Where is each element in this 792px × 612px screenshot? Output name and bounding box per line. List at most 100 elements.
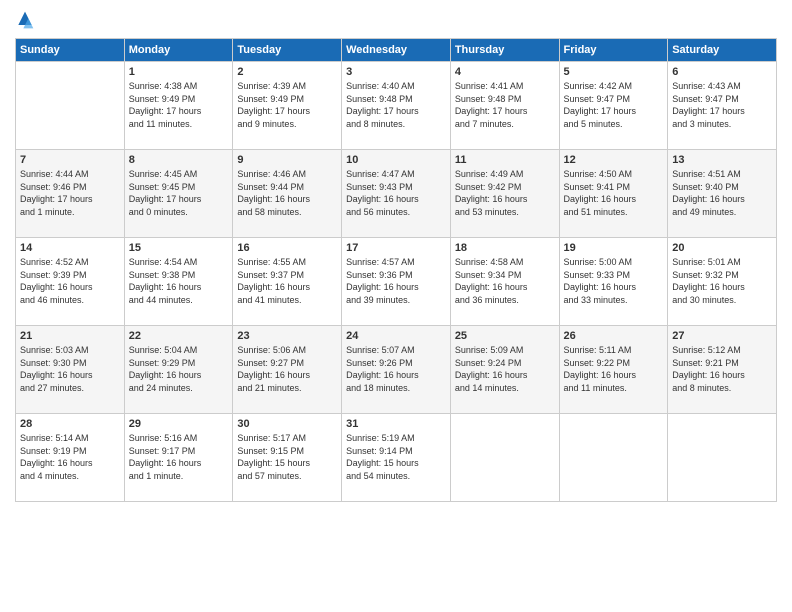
week-row-5: 28 Sunrise: 5:14 AM Sunset: 9:19 PM Dayli… <box>16 414 777 502</box>
day-info: Sunrise: 5:07 AM Sunset: 9:26 PM Dayligh… <box>346 344 446 394</box>
day-number: 24 <box>346 330 446 342</box>
day-number: 2 <box>237 66 337 78</box>
day-info: Sunrise: 4:44 AM Sunset: 9:46 PM Dayligh… <box>20 168 120 218</box>
day-cell: 8 Sunrise: 4:45 AM Sunset: 9:45 PM Daylig… <box>124 150 233 238</box>
day-cell: 23 Sunrise: 5:06 AM Sunset: 9:27 PM Dayli… <box>233 326 342 414</box>
day-info: Sunrise: 4:49 AM Sunset: 9:42 PM Dayligh… <box>455 168 555 218</box>
day-number: 28 <box>20 418 120 430</box>
day-cell: 17 Sunrise: 4:57 AM Sunset: 9:36 PM Dayli… <box>342 238 451 326</box>
header-row: SundayMondayTuesdayWednesdayThursdayFrid… <box>16 39 777 62</box>
day-number: 10 <box>346 154 446 166</box>
day-cell <box>16 62 125 150</box>
day-cell: 3Sunrise: 4:40 AM Sunset: 9:48 PM Daylig… <box>342 62 451 150</box>
day-info: Sunrise: 5:16 AM Sunset: 9:17 PM Dayligh… <box>129 432 229 482</box>
day-number: 21 <box>20 330 120 342</box>
day-number: 12 <box>564 154 664 166</box>
day-number: 16 <box>237 242 337 254</box>
day-cell: 4Sunrise: 4:41 AM Sunset: 9:48 PM Daylig… <box>450 62 559 150</box>
day-number: 23 <box>237 330 337 342</box>
day-info: Sunrise: 4:46 AM Sunset: 9:44 PM Dayligh… <box>237 168 337 218</box>
day-cell: 18 Sunrise: 4:58 AM Sunset: 9:34 PM Dayli… <box>450 238 559 326</box>
day-info: Sunrise: 5:17 AM Sunset: 9:15 PM Dayligh… <box>237 432 337 482</box>
day-cell: 25 Sunrise: 5:09 AM Sunset: 9:24 PM Dayli… <box>450 326 559 414</box>
header-cell-sunday: Sunday <box>16 39 125 62</box>
day-info: Sunrise: 4:57 AM Sunset: 9:36 PM Dayligh… <box>346 256 446 306</box>
day-number: 5 <box>564 66 664 78</box>
page-header <box>15 10 777 30</box>
day-info: Sunrise: 4:45 AM Sunset: 9:45 PM Dayligh… <box>129 168 229 218</box>
day-number: 18 <box>455 242 555 254</box>
day-cell: 27 Sunrise: 5:12 AM Sunset: 9:21 PM Dayli… <box>668 326 777 414</box>
header-cell-monday: Monday <box>124 39 233 62</box>
day-number: 11 <box>455 154 555 166</box>
day-info: Sunrise: 4:43 AM Sunset: 9:47 PM Dayligh… <box>672 80 772 130</box>
day-info: Sunrise: 4:58 AM Sunset: 9:34 PM Dayligh… <box>455 256 555 306</box>
header-cell-thursday: Thursday <box>450 39 559 62</box>
day-number: 8 <box>129 154 229 166</box>
day-info: Sunrise: 4:51 AM Sunset: 9:40 PM Dayligh… <box>672 168 772 218</box>
day-info: Sunrise: 5:06 AM Sunset: 9:27 PM Dayligh… <box>237 344 337 394</box>
day-cell: 10 Sunrise: 4:47 AM Sunset: 9:43 PM Dayli… <box>342 150 451 238</box>
day-number: 27 <box>672 330 772 342</box>
week-row-4: 21 Sunrise: 5:03 AM Sunset: 9:30 PM Dayli… <box>16 326 777 414</box>
week-row-1: 1 Sunrise: 4:38 AM Sunset: 9:49 PM Daylig… <box>16 62 777 150</box>
day-cell: 9 Sunrise: 4:46 AM Sunset: 9:44 PM Daylig… <box>233 150 342 238</box>
day-cell: 28 Sunrise: 5:14 AM Sunset: 9:19 PM Dayli… <box>16 414 125 502</box>
day-number: 3 <box>346 66 446 78</box>
day-info: Sunrise: 4:54 AM Sunset: 9:38 PM Dayligh… <box>129 256 229 306</box>
day-info: Sunrise: 4:41 AM Sunset: 9:48 PM Dayligh… <box>455 80 555 130</box>
day-number: 9 <box>237 154 337 166</box>
week-row-3: 14 Sunrise: 4:52 AM Sunset: 9:39 PM Dayli… <box>16 238 777 326</box>
day-cell: 22 Sunrise: 5:04 AM Sunset: 9:29 PM Dayli… <box>124 326 233 414</box>
day-info: Sunrise: 4:38 AM Sunset: 9:49 PM Dayligh… <box>129 80 229 130</box>
day-cell: 26 Sunrise: 5:11 AM Sunset: 9:22 PM Dayli… <box>559 326 668 414</box>
day-info: Sunrise: 4:52 AM Sunset: 9:39 PM Dayligh… <box>20 256 120 306</box>
day-number: 14 <box>20 242 120 254</box>
day-number: 17 <box>346 242 446 254</box>
day-number: 29 <box>129 418 229 430</box>
day-number: 31 <box>346 418 446 430</box>
day-cell: 20 Sunrise: 5:01 AM Sunset: 9:32 PM Dayli… <box>668 238 777 326</box>
page-container: SundayMondayTuesdayWednesdayThursdayFrid… <box>0 0 792 512</box>
week-row-2: 7 Sunrise: 4:44 AM Sunset: 9:46 PM Daylig… <box>16 150 777 238</box>
day-number: 13 <box>672 154 772 166</box>
day-number: 22 <box>129 330 229 342</box>
day-cell <box>450 414 559 502</box>
day-info: Sunrise: 4:55 AM Sunset: 9:37 PM Dayligh… <box>237 256 337 306</box>
day-number: 15 <box>129 242 229 254</box>
day-cell: 1 Sunrise: 4:38 AM Sunset: 9:49 PM Daylig… <box>124 62 233 150</box>
day-cell: 7 Sunrise: 4:44 AM Sunset: 9:46 PM Daylig… <box>16 150 125 238</box>
header-cell-tuesday: Tuesday <box>233 39 342 62</box>
day-info: Sunrise: 5:12 AM Sunset: 9:21 PM Dayligh… <box>672 344 772 394</box>
day-info: Sunrise: 5:11 AM Sunset: 9:22 PM Dayligh… <box>564 344 664 394</box>
header-cell-wednesday: Wednesday <box>342 39 451 62</box>
calendar-table: SundayMondayTuesdayWednesdayThursdayFrid… <box>15 38 777 502</box>
day-number: 19 <box>564 242 664 254</box>
day-cell: 16 Sunrise: 4:55 AM Sunset: 9:37 PM Dayli… <box>233 238 342 326</box>
day-cell: 5Sunrise: 4:42 AM Sunset: 9:47 PM Daylig… <box>559 62 668 150</box>
day-info: Sunrise: 4:39 AM Sunset: 9:49 PM Dayligh… <box>237 80 337 130</box>
day-cell: 24 Sunrise: 5:07 AM Sunset: 9:26 PM Dayli… <box>342 326 451 414</box>
day-number: 25 <box>455 330 555 342</box>
day-number: 7 <box>20 154 120 166</box>
day-info: Sunrise: 5:00 AM Sunset: 9:33 PM Dayligh… <box>564 256 664 306</box>
day-info: Sunrise: 5:01 AM Sunset: 9:32 PM Dayligh… <box>672 256 772 306</box>
day-info: Sunrise: 5:14 AM Sunset: 9:19 PM Dayligh… <box>20 432 120 482</box>
day-cell: 14 Sunrise: 4:52 AM Sunset: 9:39 PM Dayli… <box>16 238 125 326</box>
day-cell: 29 Sunrise: 5:16 AM Sunset: 9:17 PM Dayli… <box>124 414 233 502</box>
day-number: 20 <box>672 242 772 254</box>
day-cell: 2 Sunrise: 4:39 AM Sunset: 9:49 PM Daylig… <box>233 62 342 150</box>
day-number: 26 <box>564 330 664 342</box>
day-info: Sunrise: 5:19 AM Sunset: 9:14 PM Dayligh… <box>346 432 446 482</box>
day-cell: 15 Sunrise: 4:54 AM Sunset: 9:38 PM Dayli… <box>124 238 233 326</box>
day-cell: 11 Sunrise: 4:49 AM Sunset: 9:42 PM Dayli… <box>450 150 559 238</box>
day-number: 30 <box>237 418 337 430</box>
day-cell: 19 Sunrise: 5:00 AM Sunset: 9:33 PM Dayli… <box>559 238 668 326</box>
day-info: Sunrise: 4:47 AM Sunset: 9:43 PM Dayligh… <box>346 168 446 218</box>
day-info: Sunrise: 5:09 AM Sunset: 9:24 PM Dayligh… <box>455 344 555 394</box>
day-info: Sunrise: 5:04 AM Sunset: 9:29 PM Dayligh… <box>129 344 229 394</box>
day-cell: 12Sunrise: 4:50 AM Sunset: 9:41 PM Dayli… <box>559 150 668 238</box>
day-number: 1 <box>129 66 229 78</box>
day-info: Sunrise: 5:03 AM Sunset: 9:30 PM Dayligh… <box>20 344 120 394</box>
day-cell <box>559 414 668 502</box>
